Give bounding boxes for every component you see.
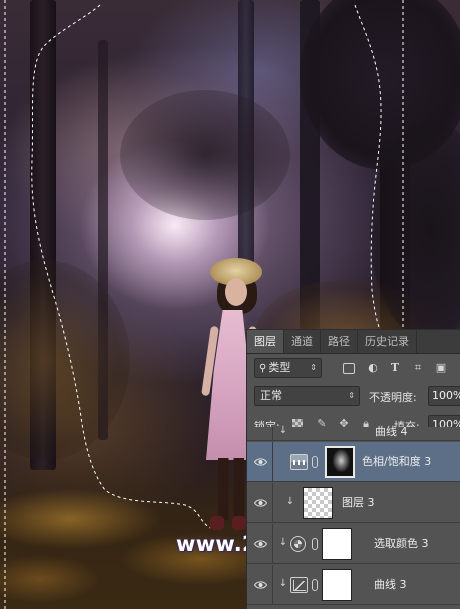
- tab-paths[interactable]: 路径: [321, 330, 358, 353]
- layer-mask-thumbnail[interactable]: [325, 446, 355, 478]
- eye-icon: [254, 539, 267, 548]
- layer-row-selective-color-3[interactable]: ↓ 选取颜色 3: [247, 524, 460, 564]
- clip-arrow-icon: ↓: [285, 495, 295, 507]
- blend-mode-value: 正常: [260, 389, 282, 402]
- foliage: [0, 260, 130, 460]
- magnifier-icon: ⚲: [259, 363, 267, 374]
- shape-filter-icon[interactable]: ⌗: [410, 360, 426, 376]
- layer-mask-thumbnail[interactable]: [322, 569, 352, 601]
- panel-tabs: 图层 通道 路径 历史记录: [247, 330, 460, 354]
- clip-arrow-icon: ↓: [278, 424, 288, 436]
- tab-layers[interactable]: 图层: [247, 330, 284, 353]
- visibility-toggle-hidden[interactable]: [247, 427, 273, 440]
- layer-name: 曲线 3: [374, 577, 407, 591]
- face: [225, 278, 247, 306]
- clip-arrow-icon: ↓: [278, 577, 288, 589]
- type-filter-icon[interactable]: T: [387, 360, 403, 376]
- adjustment-filter-icon[interactable]: ◐: [365, 360, 381, 376]
- filter-kind-label: 类型: [268, 361, 291, 374]
- filter-kind-select[interactable]: ⚲ 类型 ⇕: [254, 358, 322, 378]
- shoe: [232, 516, 246, 530]
- layer-filter-row: ⚲ 类型 ⇕ ◐ T ⌗ ▣: [247, 355, 460, 383]
- layer-mask-thumbnail[interactable]: [322, 528, 352, 560]
- chevron-updown-icon: ⇕: [348, 391, 355, 400]
- blend-opacity-row: 正常 ⇕ 不透明度: 100%: [247, 384, 460, 412]
- mask-link-icon[interactable]: [312, 578, 318, 591]
- blend-mode-select[interactable]: 正常 ⇕: [254, 386, 360, 406]
- visibility-toggle[interactable]: [247, 565, 273, 604]
- tab-history[interactable]: 历史记录: [358, 330, 417, 353]
- clip-arrow-icon: ↓: [278, 536, 288, 548]
- layer-thumbnail[interactable]: [303, 487, 333, 519]
- layer-name: 色相/饱和度 3: [362, 454, 432, 468]
- opacity-label: 不透明度:: [369, 391, 417, 404]
- selective-color-adjustment-icon: [290, 535, 306, 552]
- visibility-toggle[interactable]: [247, 524, 273, 563]
- foliage: [120, 90, 290, 220]
- mask-link-icon[interactable]: [312, 537, 318, 550]
- visibility-toggle[interactable]: [247, 442, 273, 481]
- image-filter-icon[interactable]: [343, 363, 355, 374]
- hue-saturation-adjustment-icon: [290, 453, 308, 470]
- opacity-field[interactable]: 100%: [428, 386, 460, 406]
- tab-channels[interactable]: 通道: [284, 330, 321, 353]
- visibility-toggle[interactable]: [247, 483, 273, 522]
- layer-name: 曲线 4: [375, 424, 408, 438]
- eye-icon: [254, 457, 267, 466]
- eye-icon: [254, 498, 267, 507]
- mask-link-icon[interactable]: [312, 455, 318, 468]
- layer-row-curves-4[interactable]: ↓ 曲线 4: [247, 424, 460, 441]
- layer-row-curves-3[interactable]: ↓ 曲线 3: [247, 565, 460, 605]
- chevron-updown-icon: ⇕: [310, 363, 317, 372]
- layer-name: 图层 3: [342, 495, 375, 509]
- legs: [218, 458, 244, 520]
- layers-panel: 图层 通道 路径 历史记录 ⚲ 类型 ⇕ ◐ T ⌗ ▣ 正常 ⇕ 不透明度: 1…: [246, 329, 460, 609]
- eye-icon: [254, 580, 267, 589]
- layer-row-hue-saturation-3[interactable]: 色相/饱和度 3: [247, 442, 460, 482]
- curves-adjustment-icon: [290, 576, 308, 593]
- layer-name: 选取颜色 3: [374, 536, 429, 550]
- shoe: [210, 516, 224, 530]
- layer-row-layer-3[interactable]: ↓ 图层 3: [247, 483, 460, 523]
- smart-object-filter-icon[interactable]: ▣: [433, 360, 449, 376]
